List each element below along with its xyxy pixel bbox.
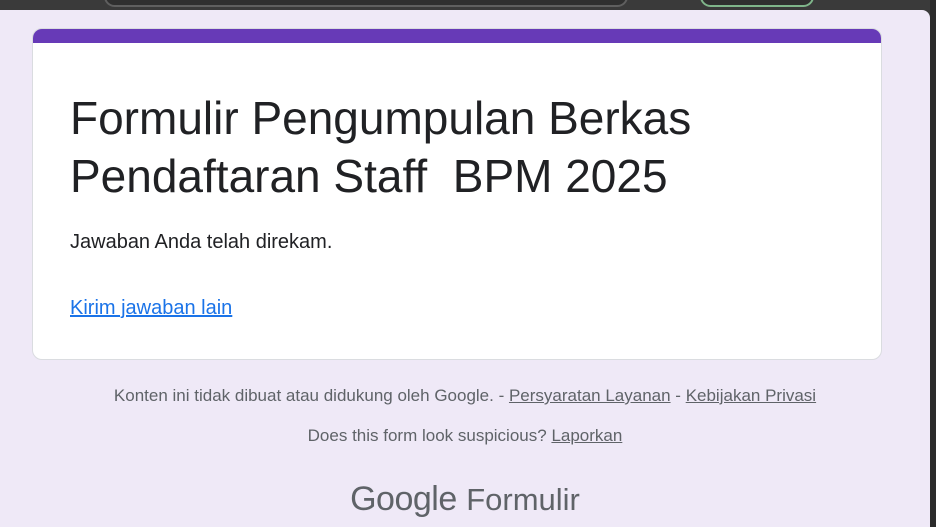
footer-disclaimer: Konten ini tidak dibuat atau didukung ol… bbox=[0, 386, 930, 406]
confirmation-card: Formulir Pengumpulan Berkas Pendaftaran … bbox=[32, 28, 882, 360]
brand-product: Formulir bbox=[466, 482, 580, 517]
google-forms-logo[interactable]: Google Formulir bbox=[0, 480, 930, 519]
toolbar-button[interactable] bbox=[700, 0, 814, 7]
footer-report: Does this form look suspicious? Laporkan bbox=[0, 426, 930, 446]
confirmation-message: Jawaban Anda telah direkam. bbox=[70, 231, 333, 253]
brand-company: Google bbox=[350, 480, 457, 518]
window-edge bbox=[930, 0, 936, 527]
disclaimer-text: Konten ini tidak dibuat atau didukung ol… bbox=[113, 386, 494, 405]
report-link[interactable]: Laporkan bbox=[551, 426, 622, 445]
submit-another-response-link[interactable]: Kirim jawaban lain bbox=[70, 297, 232, 320]
suspicious-text: Does this form look suspicious? bbox=[307, 426, 547, 445]
card-accent-bar bbox=[33, 29, 881, 43]
separator: - bbox=[670, 386, 686, 405]
form-title: Formulir Pengumpulan Berkas Pendaftaran … bbox=[70, 92, 692, 202]
privacy-policy-link[interactable]: Kebijakan Privasi bbox=[686, 386, 816, 405]
separator: - bbox=[493, 386, 509, 405]
address-bar[interactable] bbox=[104, 0, 628, 7]
form-page: Formulir Pengumpulan Berkas Pendaftaran … bbox=[0, 10, 930, 527]
terms-of-service-link[interactable]: Persyaratan Layanan bbox=[509, 386, 671, 405]
